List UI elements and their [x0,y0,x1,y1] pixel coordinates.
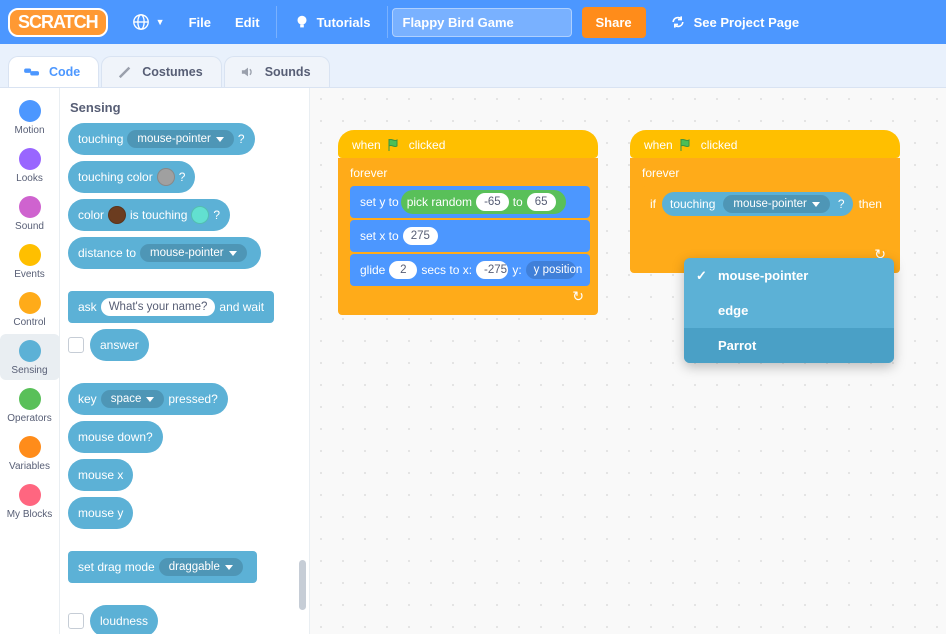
x-input[interactable]: 275 [403,227,438,245]
loudness-checkbox[interactable] [68,613,84,629]
block-when-flag-clicked[interactable]: when clicked [338,130,598,158]
touching-dropdown[interactable]: mouse-pointer [127,130,234,148]
cat-sensing[interactable]: Sensing [0,334,60,380]
glide-x-input[interactable]: -275 [476,261,508,279]
cat-events[interactable]: Events [0,238,60,284]
script-stack-1[interactable]: when clicked forever set y to pick rando… [338,130,598,315]
block-distance-to[interactable]: distance to mouse-pointer [68,237,261,269]
block-set-y[interactable]: set y to pick random -65 to 65 [350,186,590,218]
dropdown-item-parrot[interactable]: Parrot [684,328,894,363]
scratch-logo[interactable]: SCRATCH [8,8,108,37]
block-if-then[interactable]: if touching mouse-pointer ? then [642,186,892,222]
tutorials-button[interactable]: Tutorials [281,0,383,44]
block-mouse-y[interactable]: mouse y [68,497,133,529]
block-touching-color[interactable]: touching color ? [68,161,195,193]
brush-icon [116,65,134,79]
palette-title: Sensing [70,100,309,115]
block-color-is-touching[interactable]: color is touching ? [68,199,230,231]
glide-secs-input[interactable]: 2 [389,261,417,279]
block-forever[interactable]: forever set y to pick random -65 to 65 s… [338,158,598,315]
block-touching-boolean[interactable]: touching mouse-pointer ? [662,192,853,216]
edit-menu[interactable]: Edit [223,0,272,44]
block-palette: Sensing touching mouse-pointer ? touchin… [60,88,310,634]
touching-dropdown-open[interactable]: mouse-pointer [723,195,830,213]
dropdown-item-mouse-pointer[interactable]: ✓ mouse-pointer [684,258,894,293]
tabs-row: Code Costumes Sounds [0,44,946,88]
flag-icon [679,138,695,152]
cat-operators[interactable]: Operators [0,382,60,428]
palette-scrollbar[interactable] [299,560,306,610]
category-column: Motion Looks Sound Events Control Sensin… [0,88,60,634]
loop-arrow-icon: ↻ [346,288,590,305]
sound-icon [239,65,257,79]
block-ask[interactable]: ask What's your name? and wait [68,291,274,323]
divider [387,6,388,38]
block-set-x[interactable]: set x to 275 [350,220,590,252]
workspace[interactable]: when clicked forever set y to pick rando… [310,88,946,634]
distance-dropdown[interactable]: mouse-pointer [140,244,247,262]
language-menu[interactable]: ▼ [120,0,177,44]
check-icon: ✓ [696,268,707,284]
random-from-input[interactable]: -65 [476,193,509,211]
flag-icon [387,138,403,152]
cat-variables[interactable]: Variables [0,430,60,476]
globe-icon [132,13,150,31]
script-stack-2[interactable]: when clicked forever if touching mouse-p… [630,130,900,273]
block-mouse-x[interactable]: mouse x [68,459,133,491]
touching-dropdown-menu: ✓ mouse-pointer edge Parrot [684,258,894,363]
ask-input[interactable]: What's your name? [101,298,216,316]
divider [276,6,277,38]
color-swatch[interactable] [191,206,209,224]
cat-looks[interactable]: Looks [0,142,60,188]
block-touching[interactable]: touching mouse-pointer ? [68,123,255,155]
project-title-input[interactable] [392,8,572,37]
block-set-drag-mode[interactable]: set drag mode draggable [68,551,257,583]
share-button[interactable]: Share [582,7,646,38]
tab-sounds[interactable]: Sounds [224,56,330,87]
answer-checkbox[interactable] [68,337,84,353]
cat-sound[interactable]: Sound [0,190,60,236]
lightbulb-icon [293,13,311,31]
y-position-reporter[interactable]: y position [526,261,576,279]
block-loudness[interactable]: loudness [90,605,158,634]
cat-motion[interactable]: Motion [0,94,60,140]
cat-myblocks[interactable]: My Blocks [0,478,60,524]
random-to-input[interactable]: 65 [527,193,556,211]
dropdown-item-edge[interactable]: edge [684,293,894,328]
block-when-flag-clicked[interactable]: when clicked [630,130,900,158]
block-answer[interactable]: answer [90,329,149,361]
see-project-button[interactable]: See Project Page [656,6,814,38]
color-swatch[interactable] [108,206,126,224]
menubar: SCRATCH ▼ File Edit Tutorials Share See … [0,0,946,44]
file-menu[interactable]: File [177,0,223,44]
tab-code[interactable]: Code [8,56,99,87]
block-mouse-down[interactable]: mouse down? [68,421,163,453]
block-forever[interactable]: forever if touching mouse-pointer ? then… [630,158,900,273]
block-pick-random[interactable]: pick random -65 to 65 [401,190,566,214]
drag-dropdown[interactable]: draggable [159,558,243,576]
main-area: Motion Looks Sound Events Control Sensin… [0,88,946,634]
block-glide[interactable]: glide 2 secs to x: -275 y: y position [350,254,590,286]
color-swatch[interactable] [157,168,175,186]
cat-control[interactable]: Control [0,286,60,332]
code-icon [23,65,41,79]
tab-costumes[interactable]: Costumes [101,56,221,87]
refresh-icon [670,14,686,30]
key-dropdown[interactable]: space [101,390,165,408]
block-key-pressed[interactable]: key space pressed? [68,383,228,415]
